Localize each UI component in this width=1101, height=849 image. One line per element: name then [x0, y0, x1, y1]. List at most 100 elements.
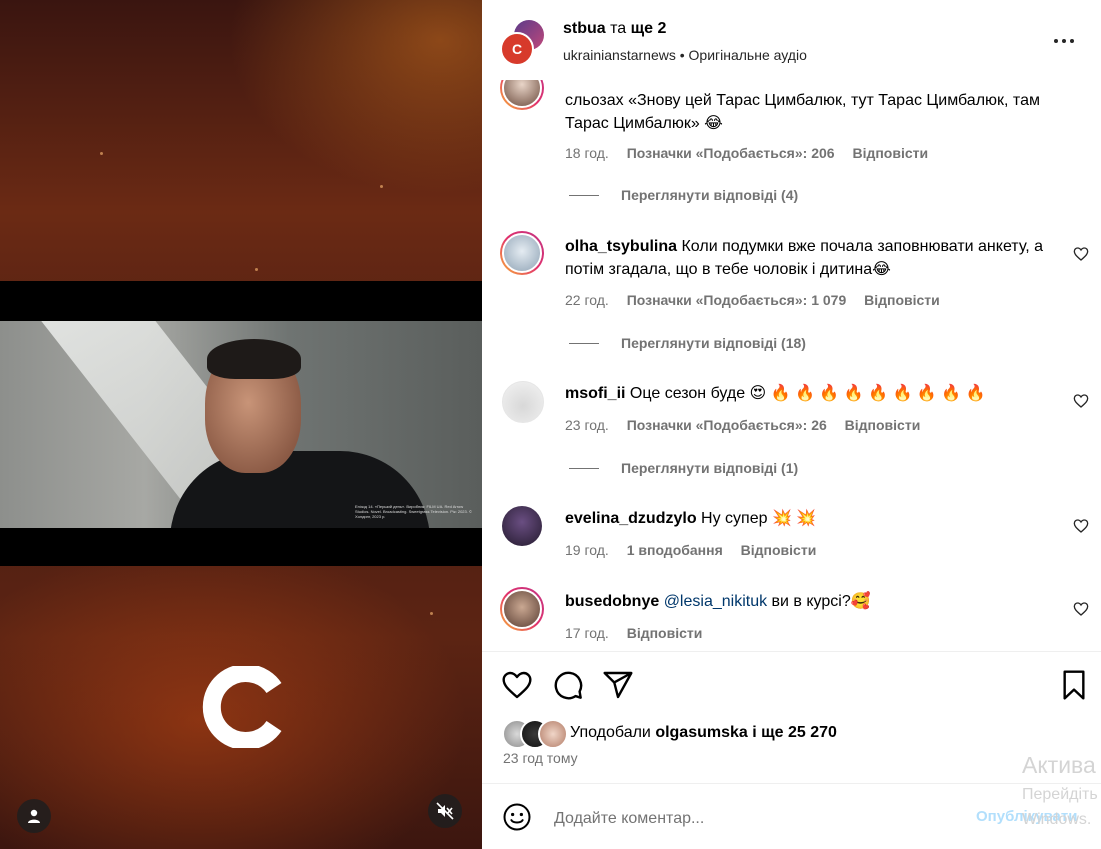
emoji-icon[interactable]: [502, 802, 532, 832]
comment-likes[interactable]: 1 вподобання: [627, 542, 723, 558]
bookmark-save-icon[interactable]: [1058, 669, 1090, 701]
comment-username[interactable]: evelina_dzudzylo: [565, 510, 697, 527]
comment-body: olha_tsybulina Коли подумки вже почала з…: [565, 235, 1045, 281]
video-frame: Епізод 14. «Перший день». Виробник: FILM…: [0, 321, 482, 528]
author-avatars[interactable]: C: [500, 20, 546, 66]
audio-link[interactable]: Оригінальне аудіо: [689, 47, 807, 63]
reply-button[interactable]: Відповісти: [864, 292, 940, 308]
dot: [1062, 39, 1066, 43]
mention-link[interactable]: @lesia_nikituk: [664, 593, 767, 610]
comment-time[interactable]: 23 год.: [565, 417, 609, 433]
comment-body: busedobnye @lesia_nikituk ви в курсі?🥰: [565, 590, 1045, 613]
post-panel: C stbua та ще 2 ukrainianstarnews • Ориг…: [482, 0, 1101, 849]
comment-username[interactable]: busedobnye: [565, 593, 659, 610]
dust-speck: [255, 268, 258, 271]
likes-prefix: Уподобали: [570, 724, 651, 741]
mute-button[interactable]: [428, 794, 462, 828]
comment-meta: 19 год. 1 вподобання Відповісти: [565, 542, 830, 558]
view-replies-button[interactable]: Переглянути відповіді (1): [569, 460, 798, 476]
separator: •: [679, 47, 685, 63]
comment-bubble-icon[interactable]: [552, 669, 584, 701]
video-credits: Епізод 14. «Перший день». Виробник: FILM…: [355, 504, 472, 519]
replies-line: [569, 342, 599, 344]
dust-speck: [380, 185, 383, 188]
author-username[interactable]: stbua: [563, 20, 606, 37]
comment-meta: 17 год. Відповісти: [565, 625, 716, 641]
comment-composer: Опублікувати: [482, 786, 1101, 849]
tagged-users-button[interactable]: [17, 799, 51, 833]
comment-likes[interactable]: Позначки «Подобається»: 26: [627, 417, 827, 433]
like-heart-icon[interactable]: [501, 669, 533, 701]
comment-time[interactable]: 18 год.: [565, 145, 609, 161]
commenter-avatar[interactable]: [502, 381, 544, 423]
account-link[interactable]: ukrainianstarnews: [563, 47, 676, 63]
comment-meta: 23 год. Позначки «Подобається»: 26 Відпо…: [565, 417, 934, 433]
reply-button[interactable]: Відповісти: [627, 625, 703, 641]
comment-username[interactable]: olha_tsybulina: [565, 238, 677, 255]
post-time[interactable]: 23 год тому: [503, 750, 578, 766]
more-options-button[interactable]: [1054, 31, 1086, 51]
view-replies-button[interactable]: Переглянути відповіді (18): [569, 335, 806, 351]
letterbox-bottom: [0, 528, 482, 566]
stb-logo-icon: [202, 666, 282, 748]
replies-line: [569, 467, 599, 469]
likes-count[interactable]: і ще 25 270: [752, 724, 837, 741]
activation-watermark-title: Актива: [1022, 752, 1096, 778]
comment-text: сльозах «Знову цей Тарас Цимбалюк, тут Т…: [565, 92, 1040, 132]
comment-text: Оце сезон буде 😍 🔥 🔥 🔥 🔥 🔥 🔥 🔥 🔥 🔥: [629, 385, 986, 402]
comment-time[interactable]: 19 год.: [565, 542, 609, 558]
like-comment-heart-icon[interactable]: [1073, 246, 1089, 262]
commenter-avatar[interactable]: [502, 506, 542, 546]
dot: [1054, 39, 1058, 43]
comment-likes[interactable]: Позначки «Подобається»: 206: [627, 145, 835, 161]
comment-time[interactable]: 17 год.: [565, 625, 609, 641]
like-comment-heart-icon[interactable]: [1073, 393, 1089, 409]
liker-username[interactable]: olgasumska: [655, 724, 747, 741]
share-send-icon[interactable]: [602, 669, 634, 701]
comment-meta: 18 год. Позначки «Подобається»: 206 Відп…: [565, 145, 942, 161]
dust-speck: [100, 152, 103, 155]
comment-username[interactable]: msofi_ii: [565, 385, 625, 402]
comment-input[interactable]: [552, 806, 976, 832]
coauthors-link[interactable]: ще 2: [631, 20, 667, 37]
comment-text: Ну супер 💥 💥: [701, 510, 817, 527]
dust-speck: [430, 612, 433, 615]
likers-avatars[interactable]: [502, 719, 572, 749]
comment-likes[interactable]: Позначки «Подобається»: 1 079: [627, 292, 847, 308]
reply-button[interactable]: Відповісти: [845, 417, 921, 433]
reel-video[interactable]: Епізод 14. «Перший день». Виробник: FILM…: [0, 0, 482, 849]
post-actions: Уподобали olgasumska і ще 25 270 23 год …: [482, 652, 1101, 782]
comment-body: msofi_ii Оце сезон буде 😍 🔥 🔥 🔥 🔥 🔥 🔥 🔥 …: [565, 382, 1045, 405]
comment-meta: 22 год. Позначки «Подобається»: 1 079 Ві…: [565, 292, 954, 308]
view-replies-button[interactable]: Переглянути відповіді (4): [569, 187, 798, 203]
activation-watermark-line: Windows.: [1022, 811, 1092, 828]
replies-line: [569, 194, 599, 196]
like-comment-heart-icon[interactable]: [1073, 601, 1089, 617]
post-subtitle: ukrainianstarnews • Оригінальне аудіо: [563, 47, 807, 63]
comment-body: evelina_dzudzylo Ну супер 💥 💥: [565, 507, 1045, 530]
commenter-avatar[interactable]: [500, 80, 544, 110]
divider: [482, 783, 1101, 784]
author-names: stbua та ще 2: [563, 20, 666, 38]
user-icon: [28, 809, 40, 823]
letterbox-top: [0, 281, 482, 321]
like-comment-heart-icon[interactable]: [1073, 518, 1089, 534]
comment-text: ви в курсі?🥰: [771, 593, 871, 610]
commenter-avatar[interactable]: [500, 231, 544, 275]
comments-list[interactable]: сльозах «Знову цей Тарас Цимбалюк, тут Т…: [482, 80, 1101, 651]
likes-summary[interactable]: Уподобали olgasumska і ще 25 270: [570, 724, 837, 742]
post-header: C stbua та ще 2 ukrainianstarnews • Ориг…: [482, 0, 1101, 80]
activation-watermark-line: Перейдіть: [1022, 786, 1098, 803]
commenter-avatar[interactable]: [500, 587, 544, 631]
view-replies-label: Переглянути відповіді (4): [621, 187, 799, 203]
avatar: [538, 719, 568, 749]
joiner-text: та: [610, 20, 627, 37]
actor-hair: [207, 339, 301, 379]
speaker-muted-icon: [436, 802, 454, 820]
comment-time[interactable]: 22 год.: [565, 292, 609, 308]
reply-button[interactable]: Відповісти: [852, 145, 928, 161]
view-replies-label: Переглянути відповіді (18): [621, 335, 806, 351]
dot: [1070, 39, 1074, 43]
reply-button[interactable]: Відповісти: [741, 542, 817, 558]
avatar: C: [500, 32, 534, 66]
